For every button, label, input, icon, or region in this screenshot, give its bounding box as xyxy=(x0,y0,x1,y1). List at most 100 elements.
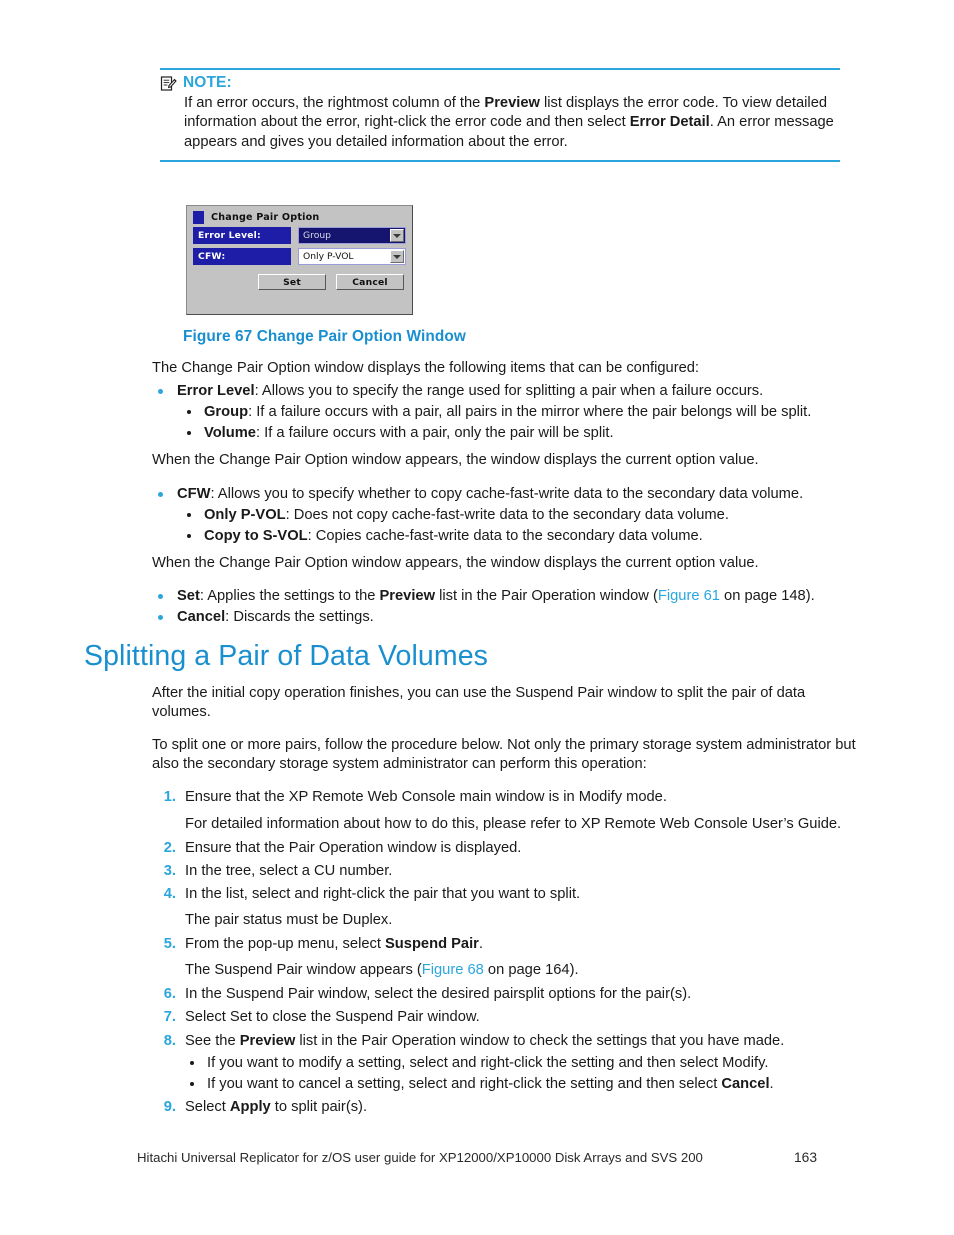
step-8-rest: list in the Pair Operation window to che… xyxy=(295,1032,785,1049)
desc-volume: : If a failure occurs with a pair, only … xyxy=(255,425,614,442)
list-item-cancel: Cancel: Discards the settings. xyxy=(152,608,864,627)
note-bold-error-detail: Error Detail xyxy=(629,114,710,131)
step-5-detail-post: on page 164). xyxy=(483,962,579,979)
cfw-sublist: Only P-VOL: Does not copy cache-fast-wri… xyxy=(177,506,864,546)
step-number: 2. xyxy=(163,839,176,856)
note-after-error-level: When the Change Pair Option window appea… xyxy=(152,452,759,469)
page-number: 163 xyxy=(793,1150,817,1165)
error-level-label: Error Level: xyxy=(193,227,291,244)
note-bottom-rule xyxy=(160,159,840,162)
dialog-title: Change Pair Option xyxy=(211,212,320,223)
note-bold-preview: Preview xyxy=(484,95,540,111)
configurable-items-list: Error Level: Allows you to specify the r… xyxy=(152,382,864,443)
bullet-icon xyxy=(187,512,191,517)
step-text: In the tree, select a CU number. xyxy=(185,862,393,879)
step-8-bullet-2-bold-cancel: Cancel xyxy=(721,1075,770,1092)
list-item-error-level: Error Level: Allows you to specify the r… xyxy=(152,382,864,443)
error-level-sublist: Group : If a failure occurs with a pair, … xyxy=(177,403,864,443)
step-text: See the xyxy=(185,1032,240,1049)
error-level-row: Error Level: Group xyxy=(193,227,406,244)
numbered-steps: 1. Ensure that the XP Remote Web Console… xyxy=(152,788,864,1117)
button-items-list: Set: Applies the settings to the Preview… xyxy=(152,587,864,627)
step-8-bullets: If you want to modify a setting, select … xyxy=(185,1054,864,1094)
step-number: 8. xyxy=(163,1032,176,1049)
step-8-bullet-2: If you want to cancel a setting, select … xyxy=(185,1075,864,1094)
list-item-group: Group: If a failure occurs with a pair, … xyxy=(177,403,864,422)
set-button[interactable]: Set xyxy=(258,274,326,290)
list-item-copy-svol: Copy to S-VOL: Copies cache-fast-write d… xyxy=(177,527,864,546)
procedure-block: After the initial copy operation finishe… xyxy=(152,684,864,1121)
cfw-dropdown[interactable]: Only P-VOL xyxy=(298,248,406,265)
step-8-bullet-2-pre: If you want to cancel a setting, select … xyxy=(207,1075,722,1092)
error-level-dropdown[interactable]: Group xyxy=(298,227,406,244)
cfw-label: CFW: xyxy=(193,248,291,265)
bullet-icon xyxy=(187,533,191,538)
list-item-cfw: CFW: Allows you to specify whether to co… xyxy=(152,485,864,546)
note-label: NOTE: xyxy=(183,74,232,91)
bullet-icon xyxy=(190,1060,194,1065)
term-only-pvol: Only P-VOL xyxy=(204,506,286,523)
step-2: 2. Ensure that the Pair Operation window… xyxy=(152,839,864,858)
note-header: NOTE: xyxy=(160,74,840,92)
step-8-bullet-1: If you want to modify a setting, select … xyxy=(185,1054,864,1073)
chevron-down-icon[interactable] xyxy=(390,229,404,242)
step-8-bullet-2-post: . xyxy=(769,1075,774,1092)
step-4: 4. In the list, select and right-click t… xyxy=(152,885,864,930)
step-1: 1. Ensure that the XP Remote Web Console… xyxy=(152,788,864,833)
cross-reference-figure-68[interactable]: Figure 68 xyxy=(422,962,484,978)
step-7: 7. Select Set to close the Suspend Pair … xyxy=(152,1008,864,1027)
term-cfw: CFW xyxy=(177,485,211,502)
step-text: Ensure that the Pair Operation window is… xyxy=(185,839,522,856)
list-item-only-pvol: Only P-VOL: Does not copy cache-fast-wri… xyxy=(177,506,864,525)
change-pair-option-dialog-image: Change Pair Option Error Level: Group CF… xyxy=(186,205,413,315)
page-footer: Hitachi Universal Replicator for z/OS us… xyxy=(0,1150,954,1165)
bullet-icon xyxy=(158,389,163,395)
cross-reference-figure-61[interactable]: Figure 61 xyxy=(658,588,720,604)
step-8-bold-preview: Preview xyxy=(239,1032,296,1049)
desc-error-level: : Allows you to specify the range used f… xyxy=(254,383,764,400)
step-number: 7. xyxy=(163,1009,176,1026)
page-title: Splitting a Pair of Data Volumes xyxy=(84,640,488,672)
chevron-down-icon[interactable] xyxy=(390,250,404,263)
note-pencil-icon xyxy=(160,75,177,91)
step-5: 5. From the pop-up menu, select Suspend … xyxy=(152,935,864,980)
bullet-icon xyxy=(158,593,163,599)
list-item-volume: Volume: If a failure occurs with a pair,… xyxy=(177,424,864,443)
note-admonition: NOTE: If an error occurs, the rightmost … xyxy=(160,68,840,162)
desc-set-post: on page 148). xyxy=(719,587,815,604)
intro-paragraph: The Change Pair Option window displays t… xyxy=(152,360,700,376)
step-8: 8. See the Preview list in the Pair Oper… xyxy=(152,1032,864,1094)
desc-cancel: : Discards the settings. xyxy=(225,609,374,626)
step-4-detail: The pair status must be Duplex. xyxy=(185,911,393,928)
step-text: From the pop-up menu, select xyxy=(185,936,386,953)
cfw-row: CFW: Only P-VOL xyxy=(193,248,406,265)
desc-set-mid: list in the Pair Operation window ( xyxy=(435,587,658,604)
term-cancel: Cancel xyxy=(177,609,226,626)
desc-set-pre: : Applies the settings to the xyxy=(199,587,380,604)
step-8-bullet-1-text: If you want to modify a setting, select … xyxy=(207,1054,769,1071)
cancel-button[interactable]: Cancel xyxy=(336,274,404,290)
step-text: In the list, select and right-click the … xyxy=(185,885,581,902)
term-group: Group xyxy=(204,404,249,421)
step-9: 9. Select Apply to split pair(s). xyxy=(152,1098,864,1117)
step-5-bold-suspend-pair: Suspend Pair xyxy=(385,936,479,953)
footer-title: Hitachi Universal Replicator for z/OS us… xyxy=(137,1150,703,1165)
step-number: 1. xyxy=(163,789,176,806)
dialog-titlebar: Change Pair Option xyxy=(187,206,412,227)
step-3: 3. In the tree, select a CU number. xyxy=(152,862,864,881)
note-body: If an error occurs, the rightmost column… xyxy=(184,94,839,152)
bullet-icon xyxy=(158,491,163,497)
step-5-detail: The Suspend Pair window appears (Figure … xyxy=(185,961,864,980)
error-level-value: Group xyxy=(303,230,331,241)
step-9-rest: to split pair(s). xyxy=(270,1098,368,1115)
term-set: Set xyxy=(177,587,200,604)
list-item-set: Set: Applies the settings to the Preview… xyxy=(152,587,864,606)
step-1-detail: For detailed information about how to do… xyxy=(185,815,842,832)
document-page: NOTE: If an error occurs, the rightmost … xyxy=(0,0,954,1235)
term-error-level: Error Level xyxy=(177,383,255,400)
step-text: In the Suspend Pair window, select the d… xyxy=(185,986,692,1003)
note-top-rule xyxy=(160,68,840,70)
cfw-value: Only P-VOL xyxy=(303,251,354,262)
cfw-item-list: CFW: Allows you to specify whether to co… xyxy=(152,485,864,546)
desc-copy-svol: : Copies cache-fast-write data to the se… xyxy=(307,527,703,544)
